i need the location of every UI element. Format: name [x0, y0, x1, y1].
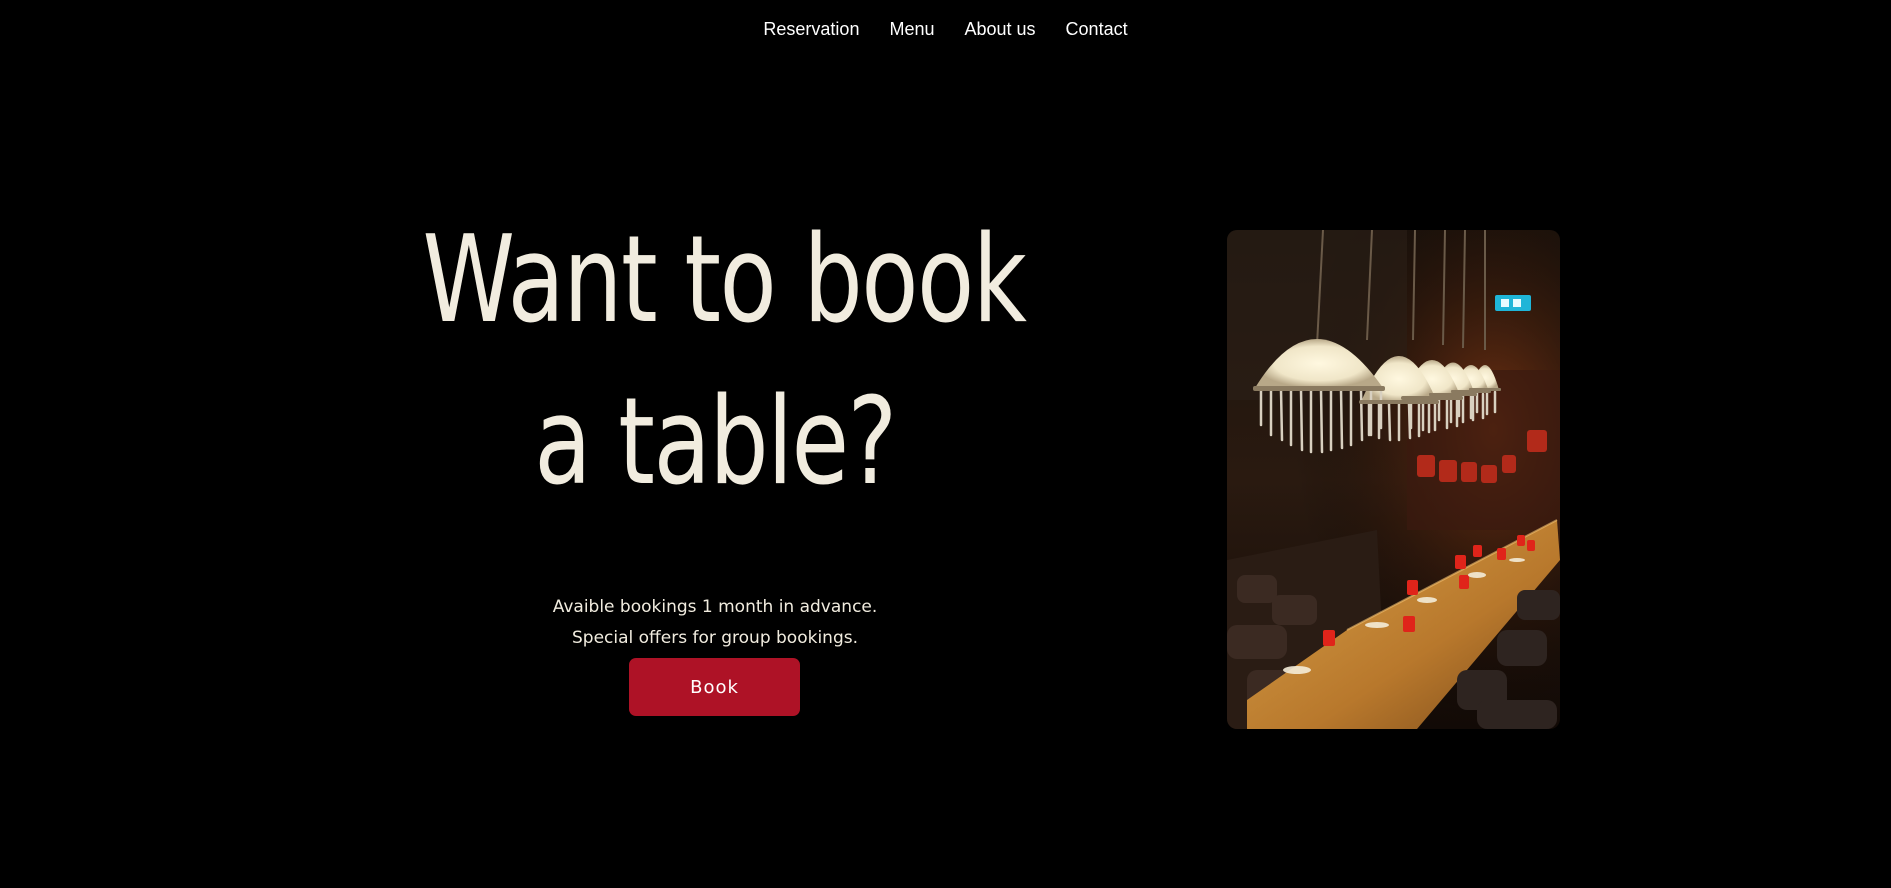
nav-link-about-us[interactable]: About us — [964, 18, 1035, 40]
hero-subtext: Avaible bookings 1 month in advance. Spe… — [340, 592, 1090, 654]
top-nav: Reservation Menu About us Contact — [0, 18, 1891, 40]
nav-link-contact[interactable]: Contact — [1066, 18, 1128, 40]
hero-headline: Want to book a table? — [422, 200, 1027, 524]
restaurant-photo — [1227, 230, 1560, 729]
hero-section: Want to book a table? Avaible bookings 1… — [340, 200, 1090, 654]
hero-subtext-line-2: Special offers for group bookings. — [571, 628, 859, 648]
nav-link-menu[interactable]: Menu — [889, 18, 934, 40]
nav-link-reservation[interactable]: Reservation — [763, 18, 859, 40]
hero-headline-line-2: a table? — [534, 373, 897, 512]
hero-subtext-line-1: Avaible bookings 1 month in advance. — [552, 597, 878, 617]
hero-headline-line-1: Want to book — [422, 211, 1027, 350]
book-button[interactable]: Book — [629, 658, 800, 716]
